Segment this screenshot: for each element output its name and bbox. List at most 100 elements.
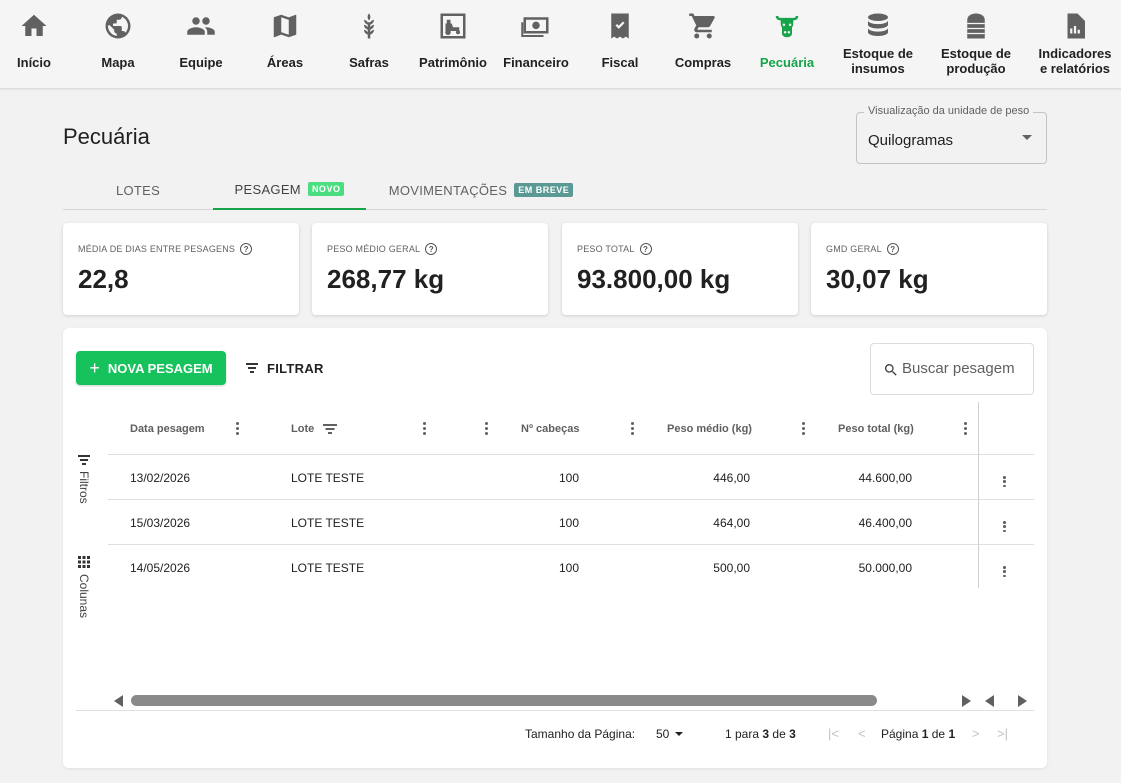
weight-unit-select[interactable]: Visualização da unidade de peso Quilogra…	[856, 105, 1047, 164]
first-page-icon[interactable]: |<	[828, 726, 839, 741]
cart-icon	[687, 10, 719, 42]
cell-total-weight: 44.600,00	[858, 470, 912, 485]
cow-icon	[771, 10, 803, 42]
tab-lotes[interactable]: LOTES	[63, 170, 213, 210]
columns-side-button[interactable]: Colunas	[77, 556, 91, 618]
last-page-icon[interactable]: >|	[997, 726, 1008, 741]
cell-lote: LOTE TESTE	[291, 470, 365, 485]
column-menu-icon[interactable]	[631, 422, 634, 435]
stat-label: PESO TOTAL?	[577, 243, 652, 255]
tab-label: PESAGEM	[234, 181, 301, 197]
column-menu-icon[interactable]	[485, 422, 488, 435]
previous-page-icon[interactable]: <	[858, 726, 866, 741]
scroll-left-icon[interactable]	[114, 695, 123, 707]
cell-total-weight: 50.000,00	[858, 560, 912, 575]
weighings-panel: + NOVA PESAGEM FILTRAR Buscar pesagem Fi…	[63, 328, 1047, 768]
next-page-icon[interactable]: >	[972, 726, 980, 741]
page-size-dropdown-icon[interactable]	[675, 732, 683, 736]
help-icon[interactable]: ?	[886, 243, 899, 255]
filters-label: Filtros	[77, 471, 91, 504]
column-menu-icon[interactable]	[423, 422, 426, 435]
nav-item-indicadores[interactable]: Indicadores e relatórios	[1038, 0, 1112, 89]
nav-item-estoque-producao[interactable]: Estoque de produção	[940, 0, 1012, 89]
column-header-heads[interactable]: Nº cabeças	[521, 402, 579, 455]
nav-label: Fiscal	[601, 55, 639, 70]
column-menu-icon[interactable]	[964, 422, 967, 435]
cell-heads: 100	[558, 560, 579, 575]
search-placeholder: Buscar pesagem	[902, 360, 1015, 377]
nav-item-compras[interactable]: Compras	[673, 0, 733, 89]
column-header-lote[interactable]: Lote	[291, 402, 338, 455]
nav-item-safras[interactable]: Safras	[339, 0, 399, 89]
filter-icon	[245, 363, 259, 373]
filter-button[interactable]: FILTRAR	[245, 356, 324, 380]
page-size-select[interactable]: 50	[656, 727, 669, 741]
money-icon	[520, 10, 552, 42]
nav-label: Áreas	[266, 55, 304, 70]
receipt-icon	[604, 10, 636, 42]
pinned-scroll-left-icon[interactable]	[985, 695, 994, 707]
help-icon[interactable]: ?	[425, 243, 438, 255]
row-actions-icon[interactable]	[1003, 476, 1006, 487]
row-actions-icon[interactable]	[1003, 521, 1006, 532]
cell-avg-weight: 446,00	[713, 470, 750, 485]
new-weighing-button[interactable]: + NOVA PESAGEM	[76, 351, 226, 385]
tabs: LOTES PESAGEM NOVO MOVIMENTAÇÕES EM BREV…	[63, 170, 1047, 210]
stat-label: MÉDIA DE DIAS ENTRE PESAGENS?	[78, 243, 253, 255]
nav-item-inicio[interactable]: Início	[4, 0, 64, 89]
filters-side-button[interactable]: Filtros	[77, 455, 91, 504]
column-filter-icon	[323, 423, 338, 434]
nav-item-patrimonio[interactable]: Patrimônio	[419, 0, 487, 89]
column-header-avg-weight[interactable]: Peso médio (kg)	[667, 402, 752, 455]
row-actions-icon[interactable]	[1003, 566, 1006, 577]
map-icon	[269, 10, 301, 42]
horizontal-scrollbar[interactable]	[131, 695, 877, 706]
stat-label: GMD GERAL?	[826, 243, 899, 255]
nav-item-pecuaria[interactable]: Pecuária	[757, 0, 817, 89]
report-icon	[1059, 10, 1091, 42]
globe-icon	[102, 10, 134, 42]
nav-label: Início	[17, 55, 51, 70]
nav-label: Equipe	[179, 55, 223, 70]
weight-unit-select-label: Visualização da unidade de peso	[864, 105, 1034, 117]
column-menu-icon[interactable]	[236, 422, 239, 435]
new-weighing-label: NOVA PESAGEM	[107, 360, 213, 376]
column-header-total-weight[interactable]: Peso total (kg)	[838, 402, 914, 455]
cell-avg-weight: 500,00	[713, 560, 750, 575]
nav-label: Compras	[674, 55, 732, 70]
coming-soon-badge: EM BREVE	[514, 183, 574, 197]
weight-unit-select-value: Quilogramas	[868, 132, 954, 149]
database-icon	[862, 10, 894, 42]
new-badge: NOVO	[307, 182, 345, 196]
nav-label: Financeiro	[503, 55, 569, 70]
stat-value: 93.800,00 kg	[577, 264, 731, 294]
wheat-icon	[353, 10, 385, 42]
table-row[interactable]: 15/03/2026 LOTE TESTE 100 464,00 46.400,…	[108, 500, 1034, 545]
table-row[interactable]: 13/02/2026 LOTE TESTE 100 446,00 44.600,…	[108, 455, 1034, 500]
search-input[interactable]: Buscar pesagem	[870, 343, 1034, 395]
footer-divider	[76, 710, 1034, 711]
filter-icon	[77, 455, 91, 465]
nav-item-fiscal[interactable]: Fiscal	[590, 0, 650, 89]
stat-card-avg-days: MÉDIA DE DIAS ENTRE PESAGENS? 22,8	[63, 223, 299, 315]
scroll-right-icon[interactable]	[962, 695, 971, 707]
team-icon	[185, 10, 217, 42]
help-icon[interactable]: ?	[240, 243, 253, 255]
tab-movimentacoes[interactable]: MOVIMENTAÇÕES EM BREVE	[366, 170, 596, 210]
tab-pesagem[interactable]: PESAGEM NOVO	[213, 170, 366, 210]
nav-item-mapa[interactable]: Mapa	[88, 0, 148, 89]
nav-item-financeiro[interactable]: Financeiro	[503, 0, 569, 89]
stat-value: 30,07 kg	[826, 264, 929, 294]
help-icon[interactable]: ?	[639, 243, 652, 255]
tab-label: MOVIMENTAÇÕES	[388, 182, 508, 198]
nav-item-areas[interactable]: Áreas	[255, 0, 315, 89]
cell-heads: 100	[558, 470, 579, 485]
nav-item-equipe[interactable]: Equipe	[171, 0, 231, 89]
nav-item-estoque-insumos[interactable]: Estoque de insumos	[842, 0, 914, 89]
pinned-scroll-right-icon[interactable]	[1018, 695, 1027, 707]
table-row[interactable]: 14/05/2026 LOTE TESTE 100 500,00 50.000,…	[108, 545, 1034, 590]
column-menu-icon[interactable]	[802, 422, 805, 435]
grid-icon	[78, 556, 90, 568]
column-header-date[interactable]: Data pesagem	[130, 402, 205, 455]
stat-value: 268,77 kg	[327, 264, 445, 294]
